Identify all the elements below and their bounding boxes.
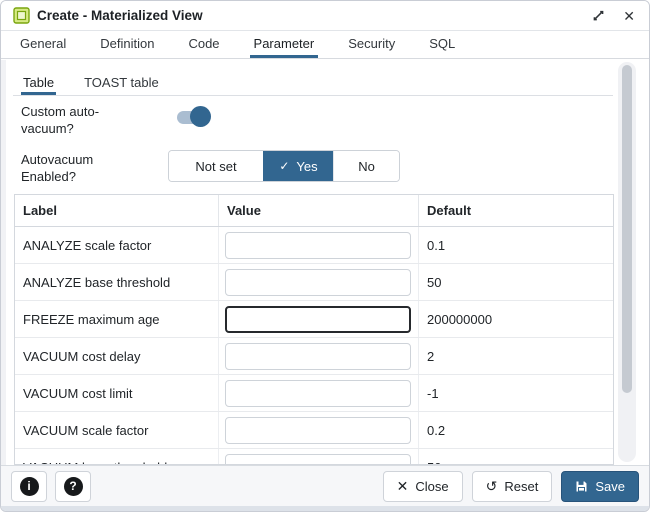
custom-autovacuum-label: Custom auto-vacuum? [21, 104, 139, 138]
close-button[interactable]: ✕ Close [383, 471, 463, 502]
parameter-subtabs: Table TOAST table [13, 69, 613, 96]
param-default: 50 [418, 264, 613, 300]
table-row: VACUUM cost delay 2 [15, 338, 613, 375]
tab-definition[interactable]: Definition [96, 31, 158, 58]
content-left-gutter [1, 60, 6, 465]
param-default: 2 [418, 338, 613, 374]
vertical-scrollbar[interactable] [618, 62, 636, 462]
parameters-table: Label Value Default ANALYZE scale factor… [14, 194, 614, 465]
dialog-footer: i ? ✕ Close ↺ Reset Save [1, 465, 649, 506]
table-row: ANALYZE base threshold 50 [15, 264, 613, 301]
dialog-bottom-edge [1, 506, 649, 512]
toggle-knob [190, 106, 211, 127]
param-value-input[interactable] [225, 269, 411, 296]
param-default: -1 [418, 375, 613, 411]
autovacuum-option-not-set[interactable]: Not set [169, 151, 263, 181]
parameters-table-header: Label Value Default [15, 195, 613, 227]
header-label: Label [15, 195, 218, 226]
param-label: FREEZE maximum age [15, 301, 218, 337]
param-value-input[interactable] [225, 306, 411, 333]
param-value-input[interactable] [225, 454, 411, 466]
param-default: 50 [418, 449, 613, 465]
reset-icon: ↺ [486, 479, 498, 493]
scrollbar-thumb[interactable] [622, 65, 632, 393]
parameter-tab-content: Table TOAST table Custom auto-vacuum? Au… [1, 60, 649, 465]
tab-security[interactable]: Security [344, 31, 399, 58]
custom-autovacuum-toggle[interactable] [177, 106, 213, 128]
tab-code[interactable]: Code [184, 31, 223, 58]
help-icon: ? [64, 477, 83, 496]
dialog-close-button[interactable]: ✕ [621, 7, 637, 25]
param-value-input[interactable] [225, 232, 411, 259]
subtab-table[interactable]: Table [21, 69, 56, 95]
param-label: VACUUM base threshold [15, 449, 218, 465]
reset-button[interactable]: ↺ Reset [472, 471, 553, 502]
param-label: VACUUM cost limit [15, 375, 218, 411]
close-x-icon: ✕ [397, 479, 409, 493]
maximize-button[interactable] [590, 7, 607, 24]
dialog-title: Create - Materialized View [37, 8, 203, 23]
save-button[interactable]: Save [561, 471, 639, 502]
param-default: 0.1 [418, 227, 613, 263]
table-row: ANALYZE scale factor 0.1 [15, 227, 613, 264]
close-icon: ✕ [623, 9, 635, 23]
parameters-table-body: ANALYZE scale factor 0.1 ANALYZE base th… [15, 227, 613, 465]
save-icon [575, 480, 588, 493]
autovacuum-enabled-group: Not set ✓ Yes No [168, 150, 400, 182]
tab-general[interactable]: General [16, 31, 70, 58]
autovacuum-option-yes[interactable]: ✓ Yes [263, 151, 333, 181]
param-default: 0.2 [418, 412, 613, 448]
subtab-toast-table[interactable]: TOAST table [82, 69, 161, 95]
param-label: ANALYZE scale factor [15, 227, 218, 263]
header-default: Default [418, 195, 613, 226]
header-value: Value [218, 195, 418, 226]
param-value-input[interactable] [225, 343, 411, 370]
param-default: 200000000 [418, 301, 613, 337]
param-label: ANALYZE base threshold [15, 264, 218, 300]
dialog-titlebar: Create - Materialized View ✕ [1, 1, 649, 31]
info-button[interactable]: i [11, 471, 47, 502]
help-button[interactable]: ? [55, 471, 91, 502]
table-row: VACUUM base threshold 50 [15, 449, 613, 465]
create-materialized-view-dialog: Create - Materialized View ✕ General Def… [0, 0, 650, 512]
table-row: FREEZE maximum age 200000000 [15, 301, 613, 338]
table-row: VACUUM scale factor 0.2 [15, 412, 613, 449]
dialog-tabbar: General Definition Code Parameter Securi… [1, 31, 649, 59]
check-icon: ✓ [279, 159, 289, 173]
param-value-input[interactable] [225, 380, 411, 407]
param-label: VACUUM cost delay [15, 338, 218, 374]
info-icon: i [20, 477, 39, 496]
table-row: VACUUM cost limit -1 [15, 375, 613, 412]
maximize-icon [592, 9, 605, 22]
tab-sql[interactable]: SQL [425, 31, 459, 58]
param-value-input[interactable] [225, 417, 411, 444]
tab-parameter[interactable]: Parameter [250, 31, 319, 58]
materialized-view-icon [13, 7, 30, 24]
autovacuum-enabled-label: Autovacuum Enabled? [21, 152, 139, 186]
autovacuum-option-no[interactable]: No [333, 151, 399, 181]
param-label: VACUUM scale factor [15, 412, 218, 448]
